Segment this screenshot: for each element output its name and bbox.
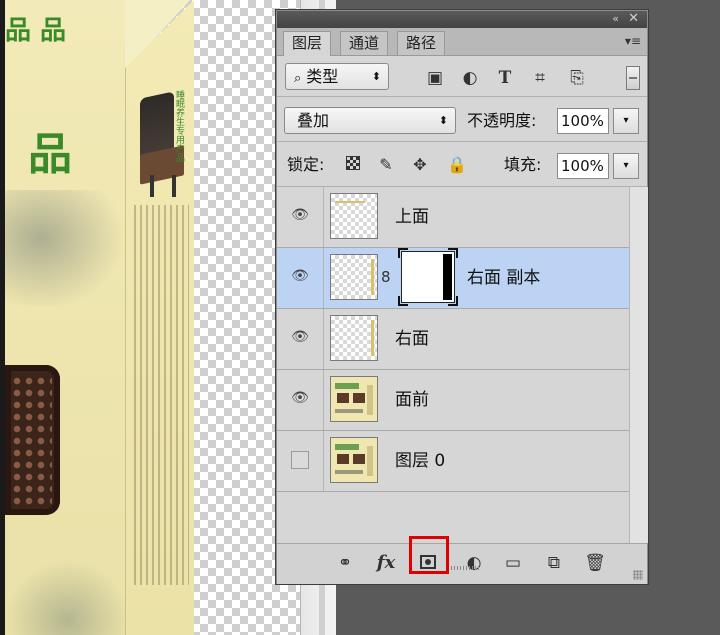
new-layer-icon[interactable]: ⧉ <box>542 552 566 574</box>
chair-leg <box>172 175 176 197</box>
side-title-text: 睡眠养生专用产品 <box>174 90 184 162</box>
highlight-annotation-box <box>409 536 449 574</box>
layer-thumbnail[interactable] <box>330 254 378 300</box>
front-text-large: 品 <box>28 129 72 180</box>
lock-row: 锁定: ✎ ✥ 🔒 填充: 100% ▾ <box>277 144 647 187</box>
panel-tabs: 图层 通道 路径 ▾≡ <box>277 28 647 56</box>
fill-label: 填充: <box>504 155 542 174</box>
eye-icon[interactable]: 👁 <box>291 269 309 283</box>
visibility-off-icon[interactable] <box>291 451 309 469</box>
select-arrows-icon: ⬍ <box>438 114 448 127</box>
filter-type-icon[interactable]: T <box>495 69 515 87</box>
layer-list-scrollbar[interactable] <box>629 187 648 543</box>
layer-row[interactable]: 图层 0 <box>277 431 629 492</box>
cushion-product-image <box>5 365 60 515</box>
tab-paths[interactable]: 路径 <box>397 31 446 55</box>
layer-row[interactable]: 👁 上面 <box>277 187 629 248</box>
filter-toggle-switch[interactable] <box>626 66 640 90</box>
eye-icon[interactable]: 👁 <box>291 391 309 405</box>
side-body-text-block <box>134 205 189 585</box>
visibility-cell[interactable] <box>277 431 324 491</box>
filter-kind-label: 类型 <box>306 67 339 86</box>
blend-mode-select[interactable]: 叠加 ⬍ <box>284 107 456 134</box>
layer-name[interactable]: 面前 <box>395 370 429 430</box>
opacity-label: 不透明度: <box>467 111 537 130</box>
visibility-cell[interactable]: 👁 <box>277 248 324 308</box>
visibility-cell[interactable]: 👁 <box>277 370 324 430</box>
close-icon[interactable]: ✕ <box>628 11 639 26</box>
lock-label: 锁定: <box>287 155 325 174</box>
layer-row-selected[interactable]: 👁 8 右面 副本 <box>277 248 629 309</box>
layer-name[interactable]: 右面 <box>395 309 429 369</box>
eye-icon[interactable]: 👁 <box>291 330 309 344</box>
tab-layers[interactable]: 图层 <box>283 31 332 56</box>
resize-grip[interactable] <box>633 570 643 580</box>
layer-row[interactable]: 👁 面前 <box>277 370 629 431</box>
lock-image-pixels-icon[interactable]: ✎ <box>377 156 395 174</box>
layer-style-fx-button[interactable]: fx <box>374 552 398 574</box>
fill-input[interactable]: 100% <box>557 153 609 179</box>
panel-titlebar[interactable]: « ✕ <box>277 11 647 28</box>
box-front-face <box>5 0 130 635</box>
panel-grip-handle[interactable] <box>451 566 481 570</box>
blend-mode-value: 叠加 <box>297 111 330 130</box>
lock-transparent-pixels-icon[interactable] <box>344 156 362 174</box>
filter-shape-icon[interactable]: ⌗ <box>530 69 550 87</box>
front-text-top: 品 品 <box>5 16 67 46</box>
layer-thumbnail[interactable] <box>330 376 378 422</box>
layers-panel: « ✕ 图层 通道 路径 ▾≡ ⌕ 类型 ⬍ ▣ ◐ T ⌗ ⎘ 叠加 ⬍ 不透明… <box>276 10 648 584</box>
trash-icon[interactable]: 🗑 <box>583 552 607 574</box>
layer-name[interactable]: 图层 0 <box>395 431 445 491</box>
opacity-dropdown-button[interactable]: ▾ <box>613 108 639 134</box>
lock-position-icon[interactable]: ✥ <box>411 156 429 174</box>
link-layers-icon[interactable]: ⚭ <box>333 552 357 574</box>
filter-adjustment-icon[interactable]: ◐ <box>460 69 480 87</box>
visibility-cell[interactable]: 👁 <box>277 187 324 247</box>
layer-mask-thumbnail[interactable] <box>398 248 458 306</box>
ink-mist-decoration <box>5 190 125 310</box>
search-icon: ⌕ <box>294 71 302 86</box>
new-group-folder-icon[interactable]: ▭ <box>501 552 525 574</box>
blend-row: 叠加 ⬍ 不透明度: 100% ▾ <box>277 99 647 142</box>
opacity-input[interactable]: 100% <box>557 108 609 134</box>
filter-smart-object-icon[interactable]: ⎘ <box>567 69 587 87</box>
document-edge <box>0 0 5 635</box>
layer-thumbnail[interactable] <box>330 315 378 361</box>
collapse-icon[interactable]: « <box>612 12 619 25</box>
mask-link-icon[interactable]: 8 <box>381 268 391 286</box>
filter-row: ⌕ 类型 ⬍ ▣ ◐ T ⌗ ⎘ <box>277 58 647 97</box>
chair-leg <box>150 175 154 197</box>
panel-menu-icon[interactable]: ▾≡ <box>625 34 641 48</box>
layer-thumbnail[interactable] <box>330 437 378 483</box>
adjustment-layer-icon[interactable]: ◐ <box>462 552 486 574</box>
layer-name[interactable]: 右面 副本 <box>467 248 540 308</box>
select-arrows-icon: ⬍ <box>371 70 381 83</box>
panel-bottom-toolbar: ⚭ fx ◐ ▭ ⧉ 🗑 <box>277 543 647 584</box>
layer-list: 👁 上面 👁 8 右面 副本 👁 右面 👁 面前 图层 0 <box>277 187 629 543</box>
layer-row[interactable]: 👁 右面 <box>277 309 629 370</box>
hill-decoration <box>5 560 130 635</box>
filter-pixel-icon[interactable]: ▣ <box>425 69 445 87</box>
lock-all-icon[interactable]: 🔒 <box>447 156 467 174</box>
visibility-cell[interactable]: 👁 <box>277 309 324 369</box>
tab-channels[interactable]: 通道 <box>340 31 389 55</box>
filter-kind-select[interactable]: ⌕ 类型 ⬍ <box>285 63 389 90</box>
eye-icon[interactable]: 👁 <box>291 208 309 222</box>
fill-dropdown-button[interactable]: ▾ <box>613 153 639 179</box>
layer-thumbnail[interactable] <box>330 193 378 239</box>
layer-name[interactable]: 上面 <box>395 187 429 247</box>
